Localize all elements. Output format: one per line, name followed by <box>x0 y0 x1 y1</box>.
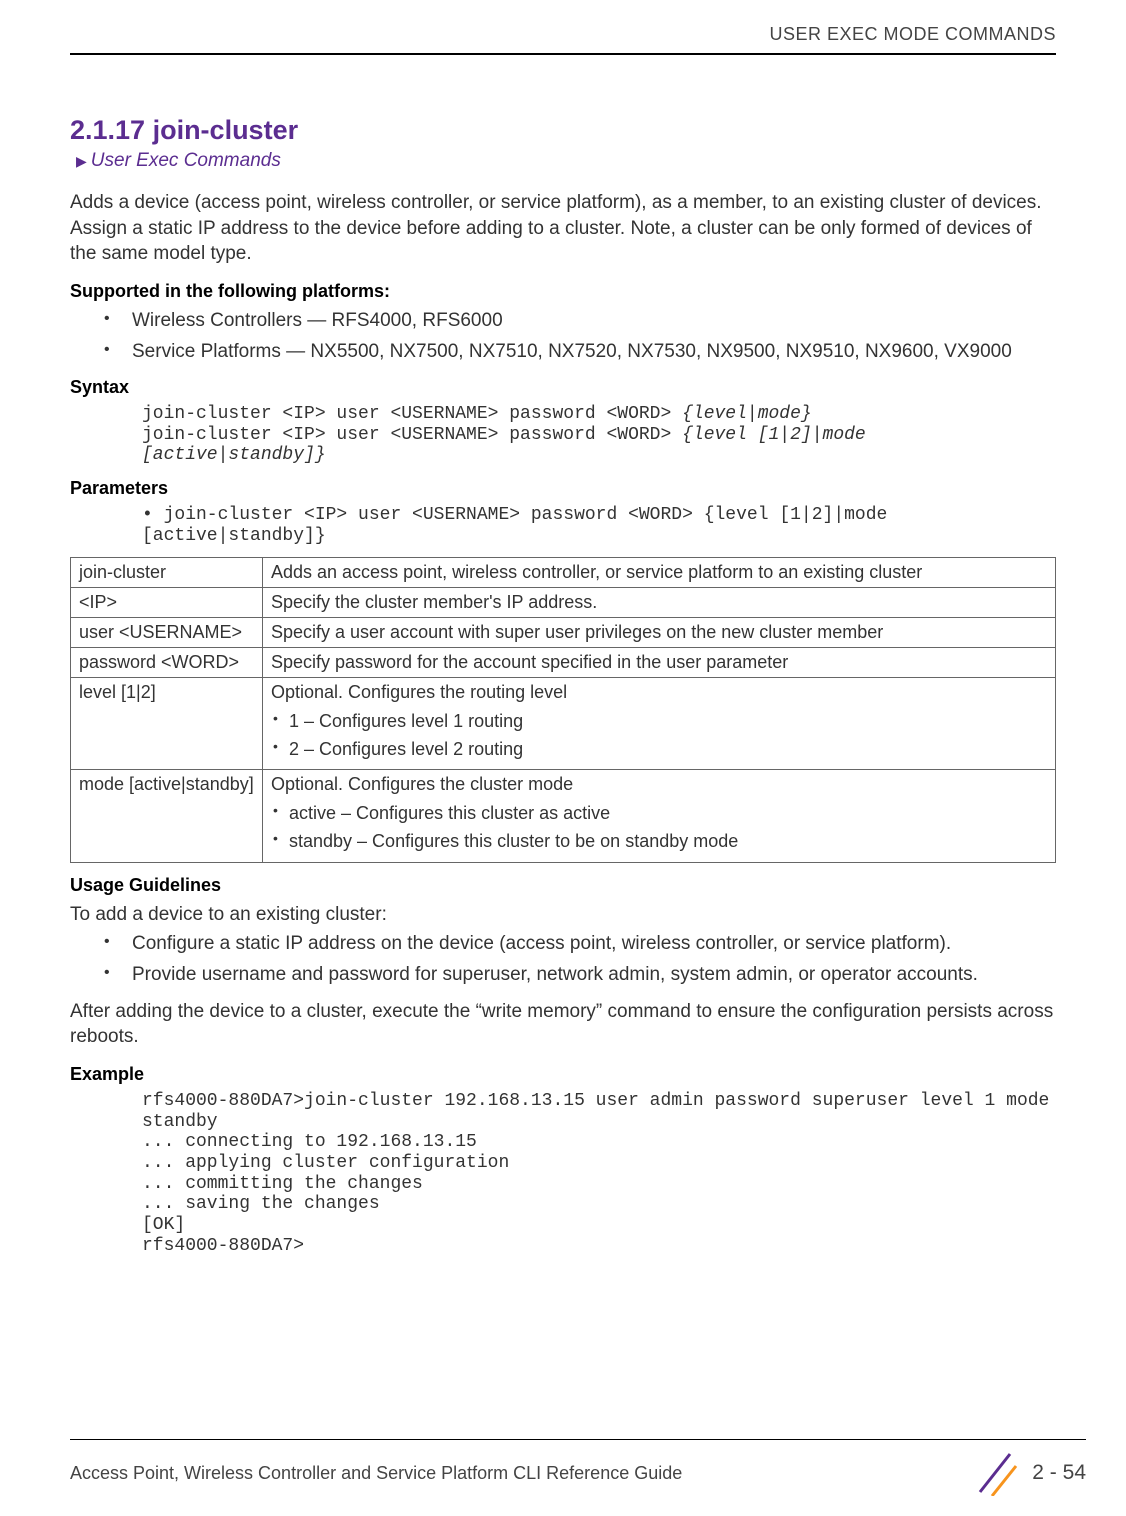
code-text: • join-cluster <IP> user <USERNAME> pass… <box>142 505 704 525</box>
param-name: password <WORD> <box>71 647 263 677</box>
parameters-table: join-cluster Adds an access point, wirel… <box>70 557 1056 863</box>
code-text: join-cluster <IP> user <USERNAME> passwo… <box>142 425 682 445</box>
param-name: level [1|2] <box>71 677 263 770</box>
param-name: join-cluster <box>71 557 263 587</box>
parameters-code: • join-cluster <IP> user <USERNAME> pass… <box>70 505 1056 546</box>
usage-heading: Usage Guidelines <box>70 875 1056 896</box>
param-desc: Specify a user account with super user p… <box>263 617 1056 647</box>
param-name: user <USERNAME> <box>71 617 263 647</box>
usage-list: Configure a static IP address on the dev… <box>70 931 1056 988</box>
list-item: Configure a static IP address on the dev… <box>104 931 1056 958</box>
example-heading: Example <box>70 1064 1056 1085</box>
param-name: <IP> <box>71 587 263 617</box>
table-row: password <WORD> Specify password for the… <box>71 647 1056 677</box>
list-item: Service Platforms — NX5500, NX7500, NX75… <box>104 339 1056 366</box>
example-code: rfs4000-880DA7>join-cluster 192.168.13.1… <box>70 1091 1056 1257</box>
syntax-code: join-cluster <IP> user <USERNAME> passwo… <box>70 404 1056 466</box>
section-title: 2.1.17 join-cluster <box>70 115 1056 146</box>
list-item: Wireless Controllers — RFS4000, RFS6000 <box>104 308 1056 335</box>
param-name: mode [active|standby] <box>71 770 263 863</box>
param-desc: Specify password for the account specifi… <box>263 647 1056 677</box>
param-desc: Adds an access point, wireless controlle… <box>263 557 1056 587</box>
breadcrumb: ▶User Exec Commands <box>76 150 1056 172</box>
table-row: <IP> Specify the cluster member's IP add… <box>71 587 1056 617</box>
code-text-italic: {level|mode} <box>682 404 812 424</box>
intro-paragraph: Adds a device (access point, wireless co… <box>70 190 1056 267</box>
page-number: 2 - 54 <box>1032 1461 1086 1485</box>
param-desc: Optional. Configures the cluster mode ac… <box>263 770 1056 863</box>
list-item: 1 – Configures level 1 routing <box>273 709 1047 733</box>
usage-lead: To add a device to an existing cluster: <box>70 902 1056 928</box>
table-row: join-cluster Adds an access point, wirel… <box>71 557 1056 587</box>
list-item: standby – Configures this cluster to be … <box>273 829 1047 853</box>
page-footer: Access Point, Wireless Controller and Se… <box>0 1439 1126 1496</box>
param-lead: Optional. Configures the cluster mode <box>271 774 573 794</box>
breadcrumb-text[interactable]: User Exec Commands <box>91 150 281 171</box>
param-sublist: active – Configures this cluster as acti… <box>271 801 1047 854</box>
breadcrumb-arrow-icon: ▶ <box>76 153 87 169</box>
table-row: level [1|2] Optional. Configures the rou… <box>71 677 1056 770</box>
param-lead: Optional. Configures the routing level <box>271 682 567 702</box>
footer-rule <box>70 1439 1086 1440</box>
supported-heading: Supported in the following platforms: <box>70 281 1056 302</box>
footer-doc-title: Access Point, Wireless Controller and Se… <box>70 1463 682 1484</box>
chapter-header: USER EXEC MODE COMMANDS <box>70 20 1056 47</box>
supported-list: Wireless Controllers — RFS4000, RFS6000 … <box>70 308 1056 365</box>
usage-after: After adding the device to a cluster, ex… <box>70 999 1056 1050</box>
parameters-heading: Parameters <box>70 478 1056 499</box>
param-desc: Optional. Configures the routing level 1… <box>263 677 1056 770</box>
slash-decoration-icon <box>972 1450 1018 1496</box>
header-rule <box>70 53 1056 55</box>
list-item: active – Configures this cluster as acti… <box>273 801 1047 825</box>
param-sublist: 1 – Configures level 1 routing 2 – Confi… <box>271 709 1047 762</box>
syntax-heading: Syntax <box>70 377 1056 398</box>
code-text: join-cluster <IP> user <USERNAME> passwo… <box>142 404 682 424</box>
table-row: mode [active|standby] Optional. Configur… <box>71 770 1056 863</box>
list-item: Provide username and password for superu… <box>104 962 1056 989</box>
table-row: user <USERNAME> Specify a user account w… <box>71 617 1056 647</box>
list-item: 2 – Configures level 2 routing <box>273 737 1047 761</box>
param-desc: Specify the cluster member's IP address. <box>263 587 1056 617</box>
